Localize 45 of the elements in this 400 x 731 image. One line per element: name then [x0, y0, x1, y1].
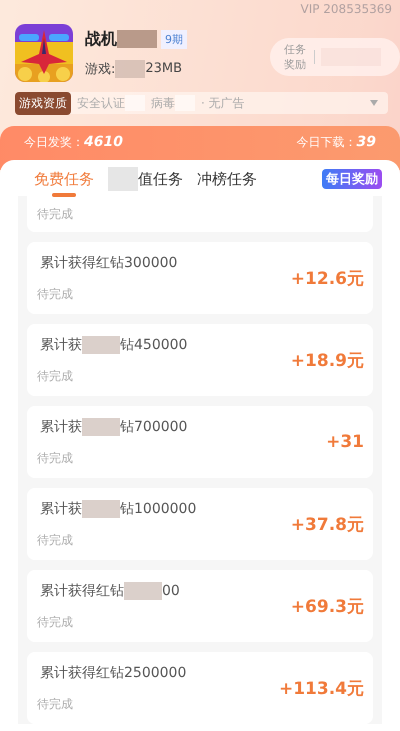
reward-amount: +31 — [326, 432, 364, 452]
task-title: 钻450000 — [120, 336, 188, 354]
daily-reward-tab[interactable]: 每日奖励 — [322, 169, 382, 189]
redaction-patch — [117, 30, 157, 48]
redaction-patch — [115, 60, 146, 78]
task-status: 待完成 — [37, 206, 73, 222]
task-title: 00 — [162, 582, 180, 598]
quality-item: 安全认证 — [77, 94, 125, 112]
task-title: 钻700000 — [120, 418, 188, 436]
game-info: 游戏: — [85, 60, 116, 78]
reward-amount: +12.6元 — [290, 268, 364, 290]
tab[interactable]: 冲榜任务 — [197, 170, 257, 196]
task-title: 累计获得红钻2500000 — [40, 664, 186, 682]
task-title: 累计获得红钻300000 — [40, 254, 178, 272]
stat-text: 今日发奖：4610 — [24, 134, 123, 152]
period-badge: 9期 — [161, 30, 187, 48]
task-title: 累计获 — [40, 500, 82, 518]
stat-text: 今日下载：39 — [296, 134, 376, 152]
task-title: 累计获得红钻 — [40, 582, 124, 600]
task-title: 累计获 — [40, 418, 82, 436]
caret-icon[interactable] — [370, 100, 378, 106]
tab[interactable]: 值任务 — [138, 170, 183, 196]
redaction-patch — [124, 582, 162, 600]
task-status: 待完成 — [37, 368, 74, 384]
task-title: 钻1000000 — [120, 500, 196, 518]
task-status: 待完成 — [37, 450, 74, 466]
quality-item: · 无广告 — [201, 94, 245, 112]
reward-amount: +18.9元 — [290, 350, 364, 372]
reward-amount: +69.3元 — [290, 596, 364, 618]
task-title: 累计获 — [40, 336, 82, 354]
task-status: 待完成 — [37, 614, 74, 630]
quality-item: 病毒 — [151, 94, 175, 112]
task-status: 待完成 — [37, 696, 74, 712]
game-info: 23MB — [145, 61, 182, 76]
redaction-patch — [82, 418, 120, 436]
vip-id: VIP 208535369 — [300, 2, 392, 16]
redaction-patch — [82, 500, 120, 518]
task-status: 待完成 — [37, 286, 74, 302]
game-title: 战机 — [85, 28, 117, 50]
task-status: 待完成 — [37, 532, 74, 548]
redaction-patch — [82, 336, 120, 354]
reward-amount: +113.4元 — [278, 678, 364, 700]
reward-label: 任务奖励 — [284, 42, 307, 72]
reward-amount: +37.8元 — [290, 514, 364, 536]
quality-tag: 游戏资质 — [15, 92, 71, 114]
